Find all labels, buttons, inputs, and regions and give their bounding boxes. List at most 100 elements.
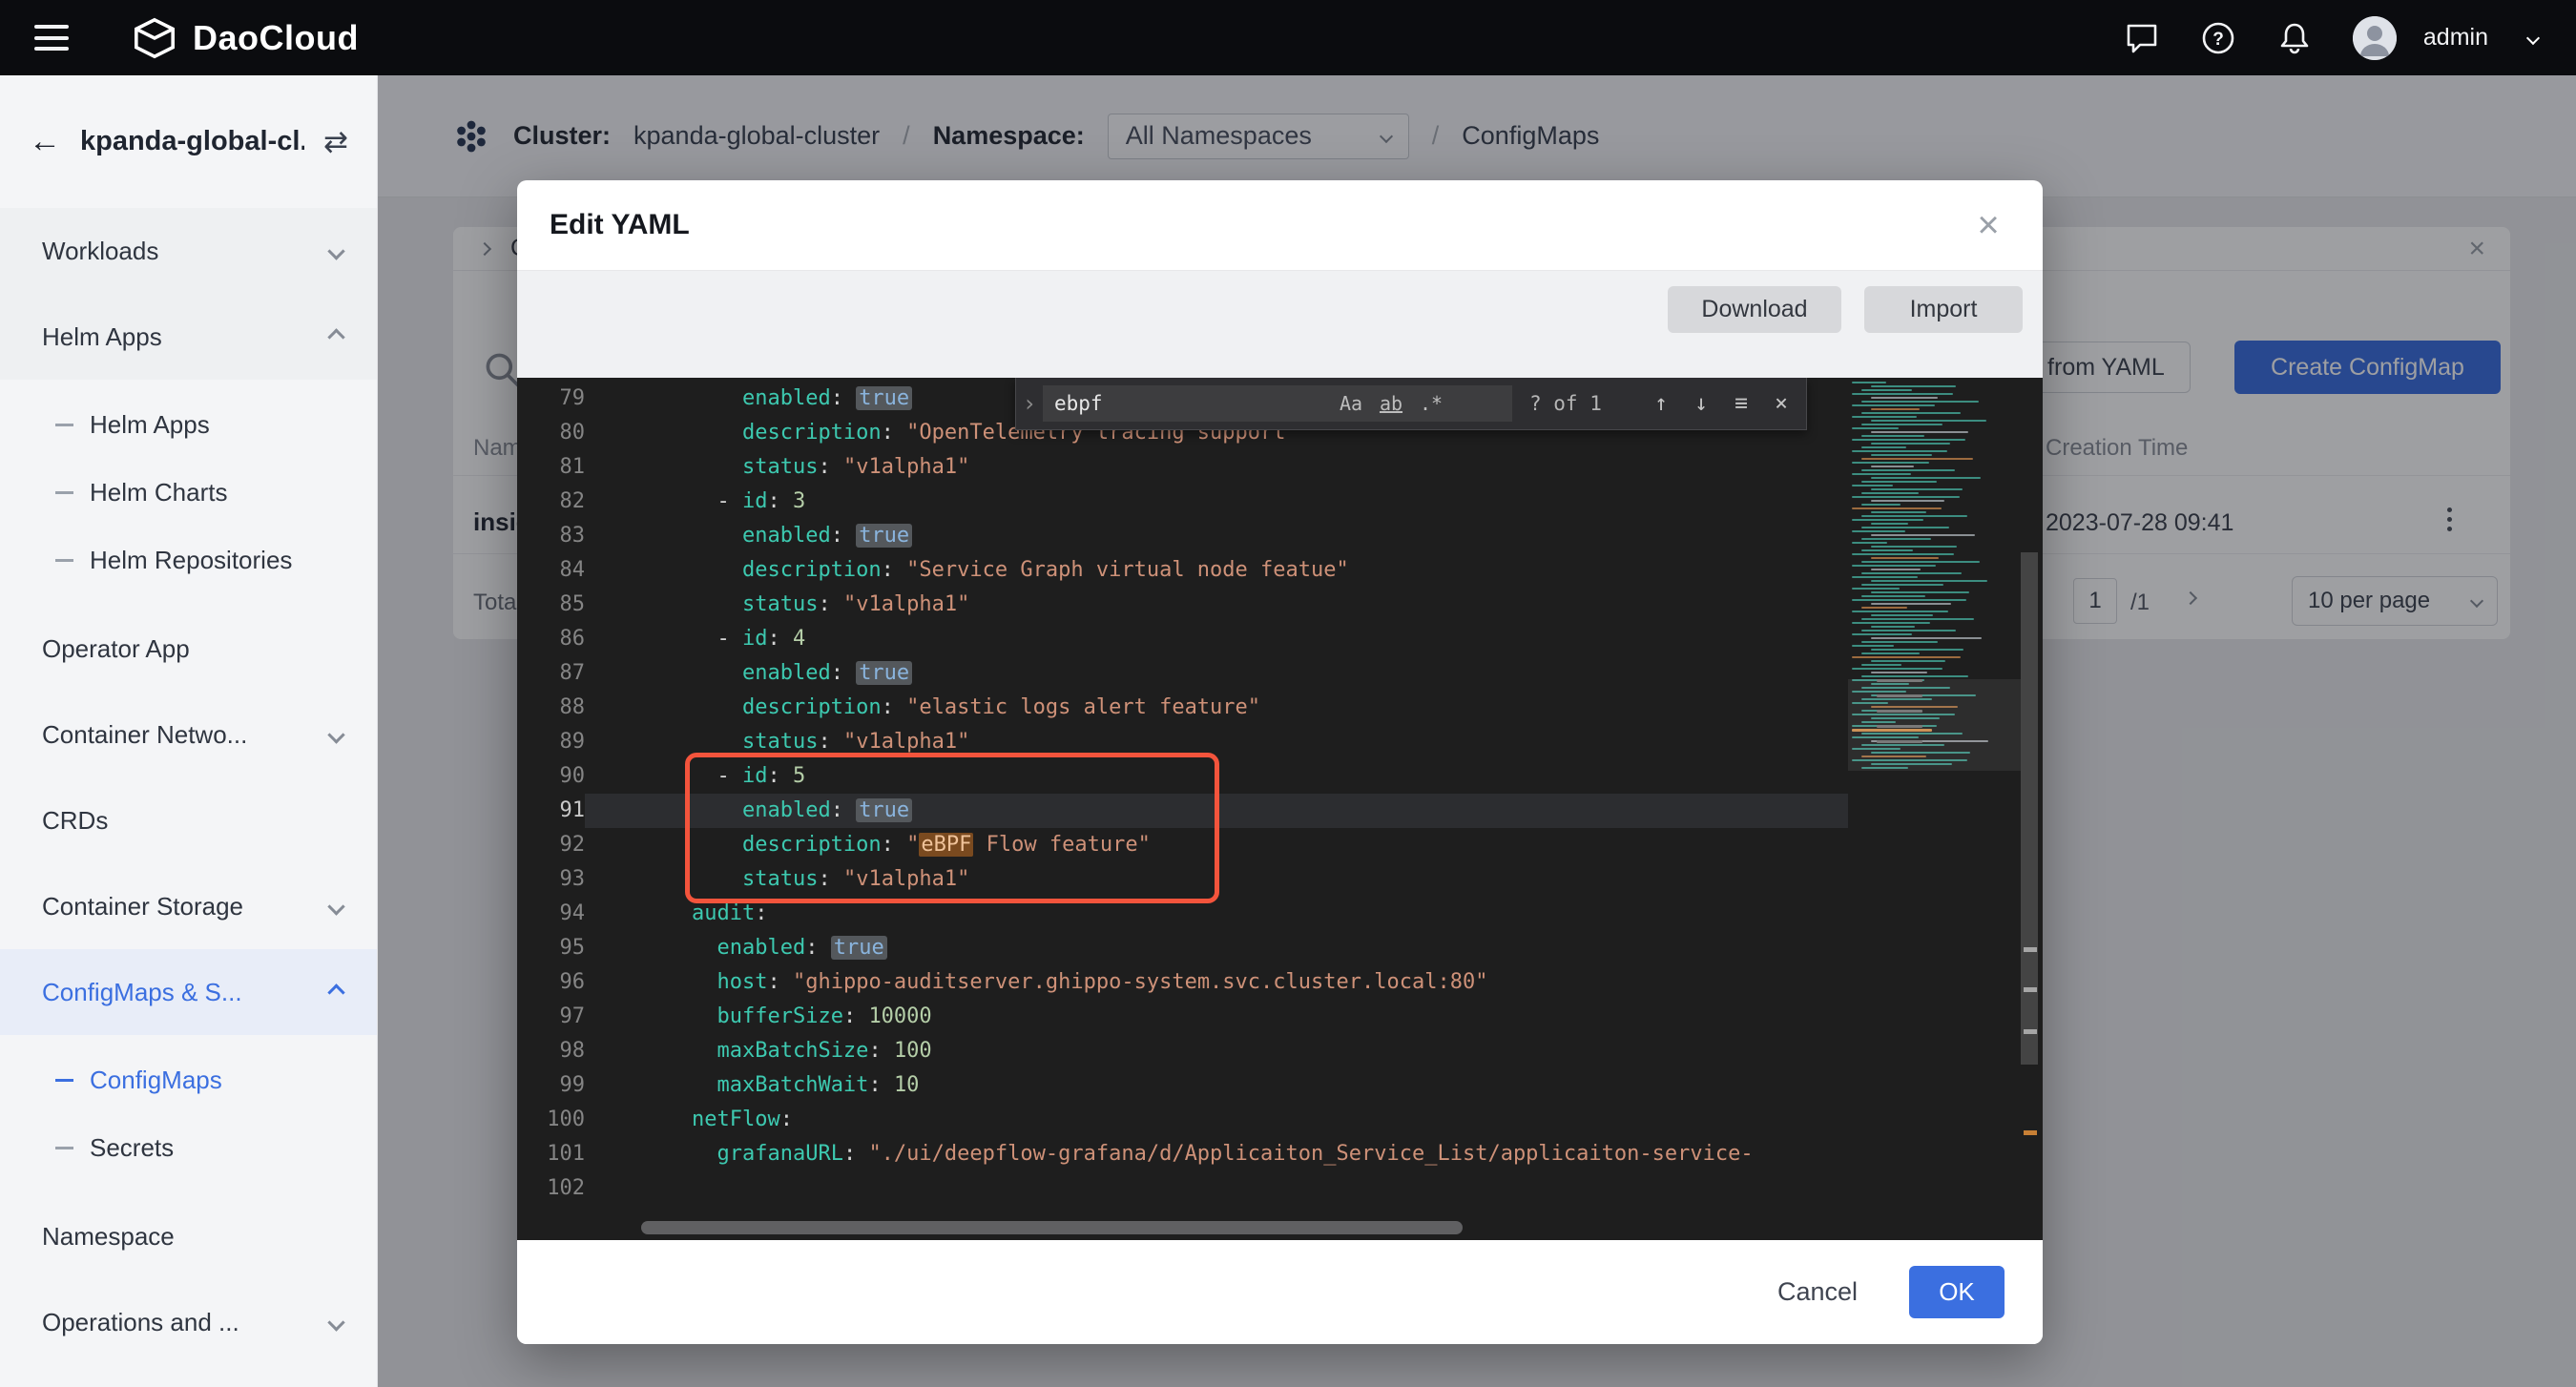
code-line-102[interactable]: 102 [517, 1171, 1848, 1206]
line-number: 99 [517, 1068, 585, 1103]
line-number: 102 [517, 1171, 585, 1206]
close-modal-icon[interactable]: × [1966, 204, 2010, 247]
code-line-86[interactable]: 86 - id: 4 [517, 622, 1848, 656]
previous-match-icon[interactable]: ↑ [1644, 386, 1678, 421]
code-line-92[interactable]: 92 description: "eBPF Flow feature" [517, 828, 1848, 862]
chevron-down-icon[interactable] [2526, 31, 2540, 44]
next-match-icon[interactable]: ↓ [1684, 386, 1718, 421]
code-line-93[interactable]: 93 status: "v1alpha1" [517, 862, 1848, 897]
toggle-replace-icon[interactable]: › [1016, 378, 1043, 429]
line-number: 91 [517, 794, 585, 828]
bell-icon[interactable] [2276, 20, 2313, 56]
import-button[interactable]: Import [1864, 286, 2023, 333]
line-number: 86 [517, 622, 585, 656]
yaml-editor[interactable]: 79 enabled: true80 description: "OpenTel… [517, 378, 2043, 1240]
chevron-up-icon [327, 328, 344, 345]
sidebar-item-configmaps[interactable]: ConfigMaps [0, 1046, 377, 1114]
dash-icon [55, 1147, 73, 1149]
sidebar-item-operator-app[interactable]: Operator App [0, 606, 377, 692]
username[interactable]: admin [2423, 24, 2488, 52]
line-number: 80 [517, 416, 585, 450]
code-line-84[interactable]: 84 description: "Service Graph virtual n… [517, 553, 1848, 588]
code-line-85[interactable]: 85 status: "v1alpha1" [517, 588, 1848, 622]
chevron-down-icon [327, 242, 344, 259]
sidebar-item-label: ConfigMaps & S... [42, 978, 319, 1007]
code-line-94[interactable]: 94 audit: [517, 897, 1848, 931]
code-line-90[interactable]: 90 - id: 5 [517, 759, 1848, 794]
sidebar-item-configmaps-s[interactable]: ConfigMaps & S... [0, 949, 377, 1035]
code-line-83[interactable]: 83 enabled: true [517, 519, 1848, 553]
code-line-89[interactable]: 89 status: "v1alpha1" [517, 725, 1848, 759]
horizontal-scrollbar[interactable] [641, 1221, 1463, 1234]
line-number: 83 [517, 519, 585, 553]
sidebar: ← kpanda-global-cl... ⇄ WorkloadsHelm Ap… [0, 75, 378, 1387]
sidebar-item-helm-apps[interactable]: Helm Apps [0, 294, 377, 380]
daocloud-logo-icon [132, 17, 177, 59]
code-line-101[interactable]: 101 grafanaURL: "./ui/deepflow-grafana/d… [517, 1137, 1848, 1171]
brand: DaoCloud [132, 17, 359, 59]
find-results: ? of 1 [1529, 392, 1615, 415]
line-number: 87 [517, 656, 585, 691]
code-line-88[interactable]: 88 description: "elastic logs alert feat… [517, 691, 1848, 725]
line-number: 100 [517, 1103, 585, 1137]
help-icon[interactable]: ? [2200, 20, 2236, 56]
chat-icon[interactable] [2124, 20, 2160, 56]
sidebar-item-crds[interactable]: CRDs [0, 777, 377, 863]
find-widget: › Aa ab .* ? of 1 ↑ ↓ ≡ × [1015, 378, 1807, 430]
sidebar-item-helm-repositories[interactable]: Helm Repositories [0, 527, 377, 594]
line-number: 88 [517, 691, 585, 725]
topbar: DaoCloud ? admin [0, 0, 2576, 75]
line-number: 92 [517, 828, 585, 862]
back-arrow-icon[interactable]: ← [29, 123, 61, 160]
line-number: 101 [517, 1137, 585, 1171]
sidebar-item-helm-charts[interactable]: Helm Charts [0, 459, 377, 527]
switch-cluster-icon[interactable]: ⇄ [323, 125, 348, 159]
ok-button[interactable]: OK [1909, 1266, 2005, 1318]
regex-icon[interactable]: .* [1411, 392, 1451, 415]
line-number: 89 [517, 725, 585, 759]
sidebar-item-label: ConfigMaps [90, 1066, 343, 1095]
find-input-box: Aa ab .* [1043, 385, 1512, 422]
code-line-99[interactable]: 99 maxBatchWait: 10 [517, 1068, 1848, 1103]
dash-icon [55, 559, 73, 562]
dash-icon [55, 424, 73, 426]
sidebar-item-operations-and[interactable]: Operations and ... [0, 1279, 377, 1365]
minimap[interactable] [1848, 378, 2021, 1240]
sidebar-item-label: Helm Repositories [90, 546, 343, 575]
dash-icon [55, 1079, 73, 1082]
chevron-up-icon [327, 983, 344, 1001]
code-lines: 79 enabled: true80 description: "OpenTel… [517, 382, 1848, 1206]
code-line-95[interactable]: 95 enabled: true [517, 931, 1848, 965]
chevron-down-icon [327, 726, 344, 743]
avatar[interactable] [2353, 16, 2397, 60]
sidebar-item-label: Helm Apps [42, 322, 319, 352]
sidebar-item-container-storage[interactable]: Container Storage [0, 863, 377, 949]
hamburger-menu-icon[interactable] [34, 25, 69, 51]
download-button[interactable]: Download [1668, 286, 1841, 333]
code-line-100[interactable]: 100 netFlow: [517, 1103, 1848, 1137]
find-input[interactable] [1054, 392, 1331, 415]
edit-yaml-modal: Edit YAML × Download Import 79 enabled: … [517, 180, 2043, 1344]
whole-word-icon[interactable]: ab [1371, 392, 1411, 415]
match-case-icon[interactable]: Aa [1331, 392, 1371, 415]
sidebar-item-container-netwo[interactable]: Container Netwo... [0, 692, 377, 777]
brand-name: DaoCloud [193, 18, 359, 58]
modal-toolbar: Download Import [517, 271, 2043, 378]
code-line-81[interactable]: 81 status: "v1alpha1" [517, 450, 1848, 485]
close-find-icon[interactable]: × [1764, 386, 1798, 421]
code-line-97[interactable]: 97 bufferSize: 10000 [517, 1000, 1848, 1034]
sidebar-item-helm-apps[interactable]: Helm Apps [0, 391, 377, 459]
sidebar-item-workloads[interactable]: Workloads [0, 208, 377, 294]
code-line-82[interactable]: 82 - id: 3 [517, 485, 1848, 519]
code-line-96[interactable]: 96 host: "ghippo-auditserver.ghippo-syst… [517, 965, 1848, 1000]
sidebar-item-namespace[interactable]: Namespace [0, 1193, 377, 1279]
find-in-selection-icon[interactable]: ≡ [1724, 386, 1758, 421]
chevron-down-icon [327, 898, 344, 915]
code-line-98[interactable]: 98 maxBatchSize: 100 [517, 1034, 1848, 1068]
code-line-87[interactable]: 87 enabled: true [517, 656, 1848, 691]
minimap-slider[interactable] [1848, 679, 2021, 771]
cancel-button[interactable]: Cancel [1777, 1277, 1858, 1307]
code-line-91[interactable]: 91 enabled: true [517, 794, 1848, 828]
line-number: 95 [517, 931, 585, 965]
sidebar-item-secrets[interactable]: Secrets [0, 1114, 377, 1182]
